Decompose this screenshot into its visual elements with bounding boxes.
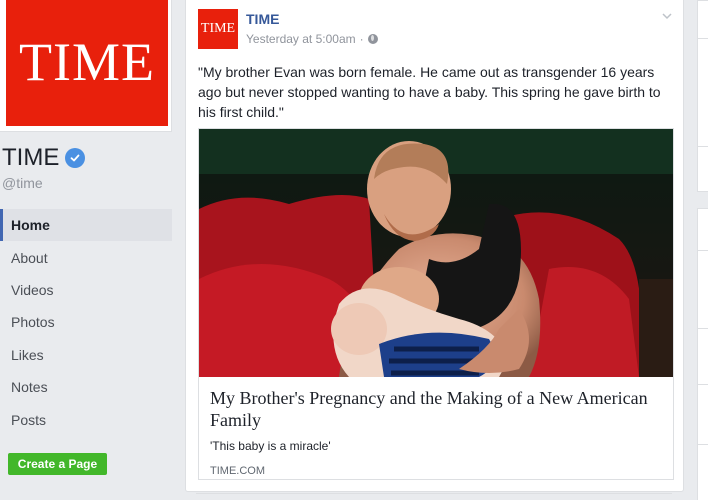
link-preview-image[interactable]	[199, 129, 673, 377]
divider	[698, 38, 708, 39]
nav-item-posts[interactable]: Posts	[0, 403, 172, 435]
page-nav: Home About Videos Photos Likes Notes Pos…	[0, 209, 172, 436]
next-post-edge	[196, 493, 672, 494]
nav-item-likes[interactable]: Likes	[0, 339, 172, 371]
divider	[698, 444, 708, 445]
profile-logo[interactable]: TIME	[6, 0, 168, 126]
nav-item-home[interactable]: Home	[0, 209, 172, 242]
feed-post: TIME TIME Yesterday at 5:00am · "My brot…	[185, 0, 684, 492]
divider	[698, 328, 708, 329]
avatar-text: TIME	[200, 21, 236, 36]
nav-item-videos[interactable]: Videos	[0, 274, 172, 306]
divider	[698, 146, 708, 147]
page-name-text: TIME	[2, 144, 60, 171]
link-preview-body: My Brother's Pregnancy and the Making of…	[199, 377, 673, 479]
page-handle[interactable]: @time	[2, 175, 43, 191]
post-timestamp[interactable]: Yesterday at 5:00am	[246, 32, 356, 46]
link-title[interactable]: My Brother's Pregnancy and the Making of…	[210, 387, 662, 431]
meta-separator: ·	[359, 32, 364, 46]
page-title[interactable]: TIME	[2, 144, 86, 172]
divider	[698, 250, 708, 251]
globe-icon[interactable]	[367, 34, 378, 44]
nav-item-photos[interactable]: Photos	[0, 306, 172, 338]
post-author[interactable]: TIME	[246, 11, 279, 27]
post-meta: Yesterday at 5:00am ·	[246, 32, 378, 46]
profile-cover: TIME	[0, 0, 172, 132]
right-sidebar-card	[697, 208, 708, 500]
chevron-down-icon[interactable]	[661, 10, 673, 22]
post-caption: "My brother Evan was born female. He cam…	[198, 64, 661, 120]
right-sidebar-card	[697, 0, 708, 192]
nav-item-about[interactable]: About	[0, 241, 172, 273]
divider	[698, 384, 708, 385]
create-page-button[interactable]: Create a Page	[8, 453, 107, 475]
nav-item-notes[interactable]: Notes	[0, 371, 172, 403]
link-domain: TIME.COM	[210, 465, 265, 477]
logo-text: TIME	[19, 32, 155, 92]
link-description: 'This baby is a miracle'	[210, 439, 331, 453]
post-avatar[interactable]: TIME	[198, 9, 238, 49]
link-preview[interactable]: My Brother's Pregnancy and the Making of…	[198, 128, 674, 480]
verified-badge-icon	[65, 148, 86, 168]
